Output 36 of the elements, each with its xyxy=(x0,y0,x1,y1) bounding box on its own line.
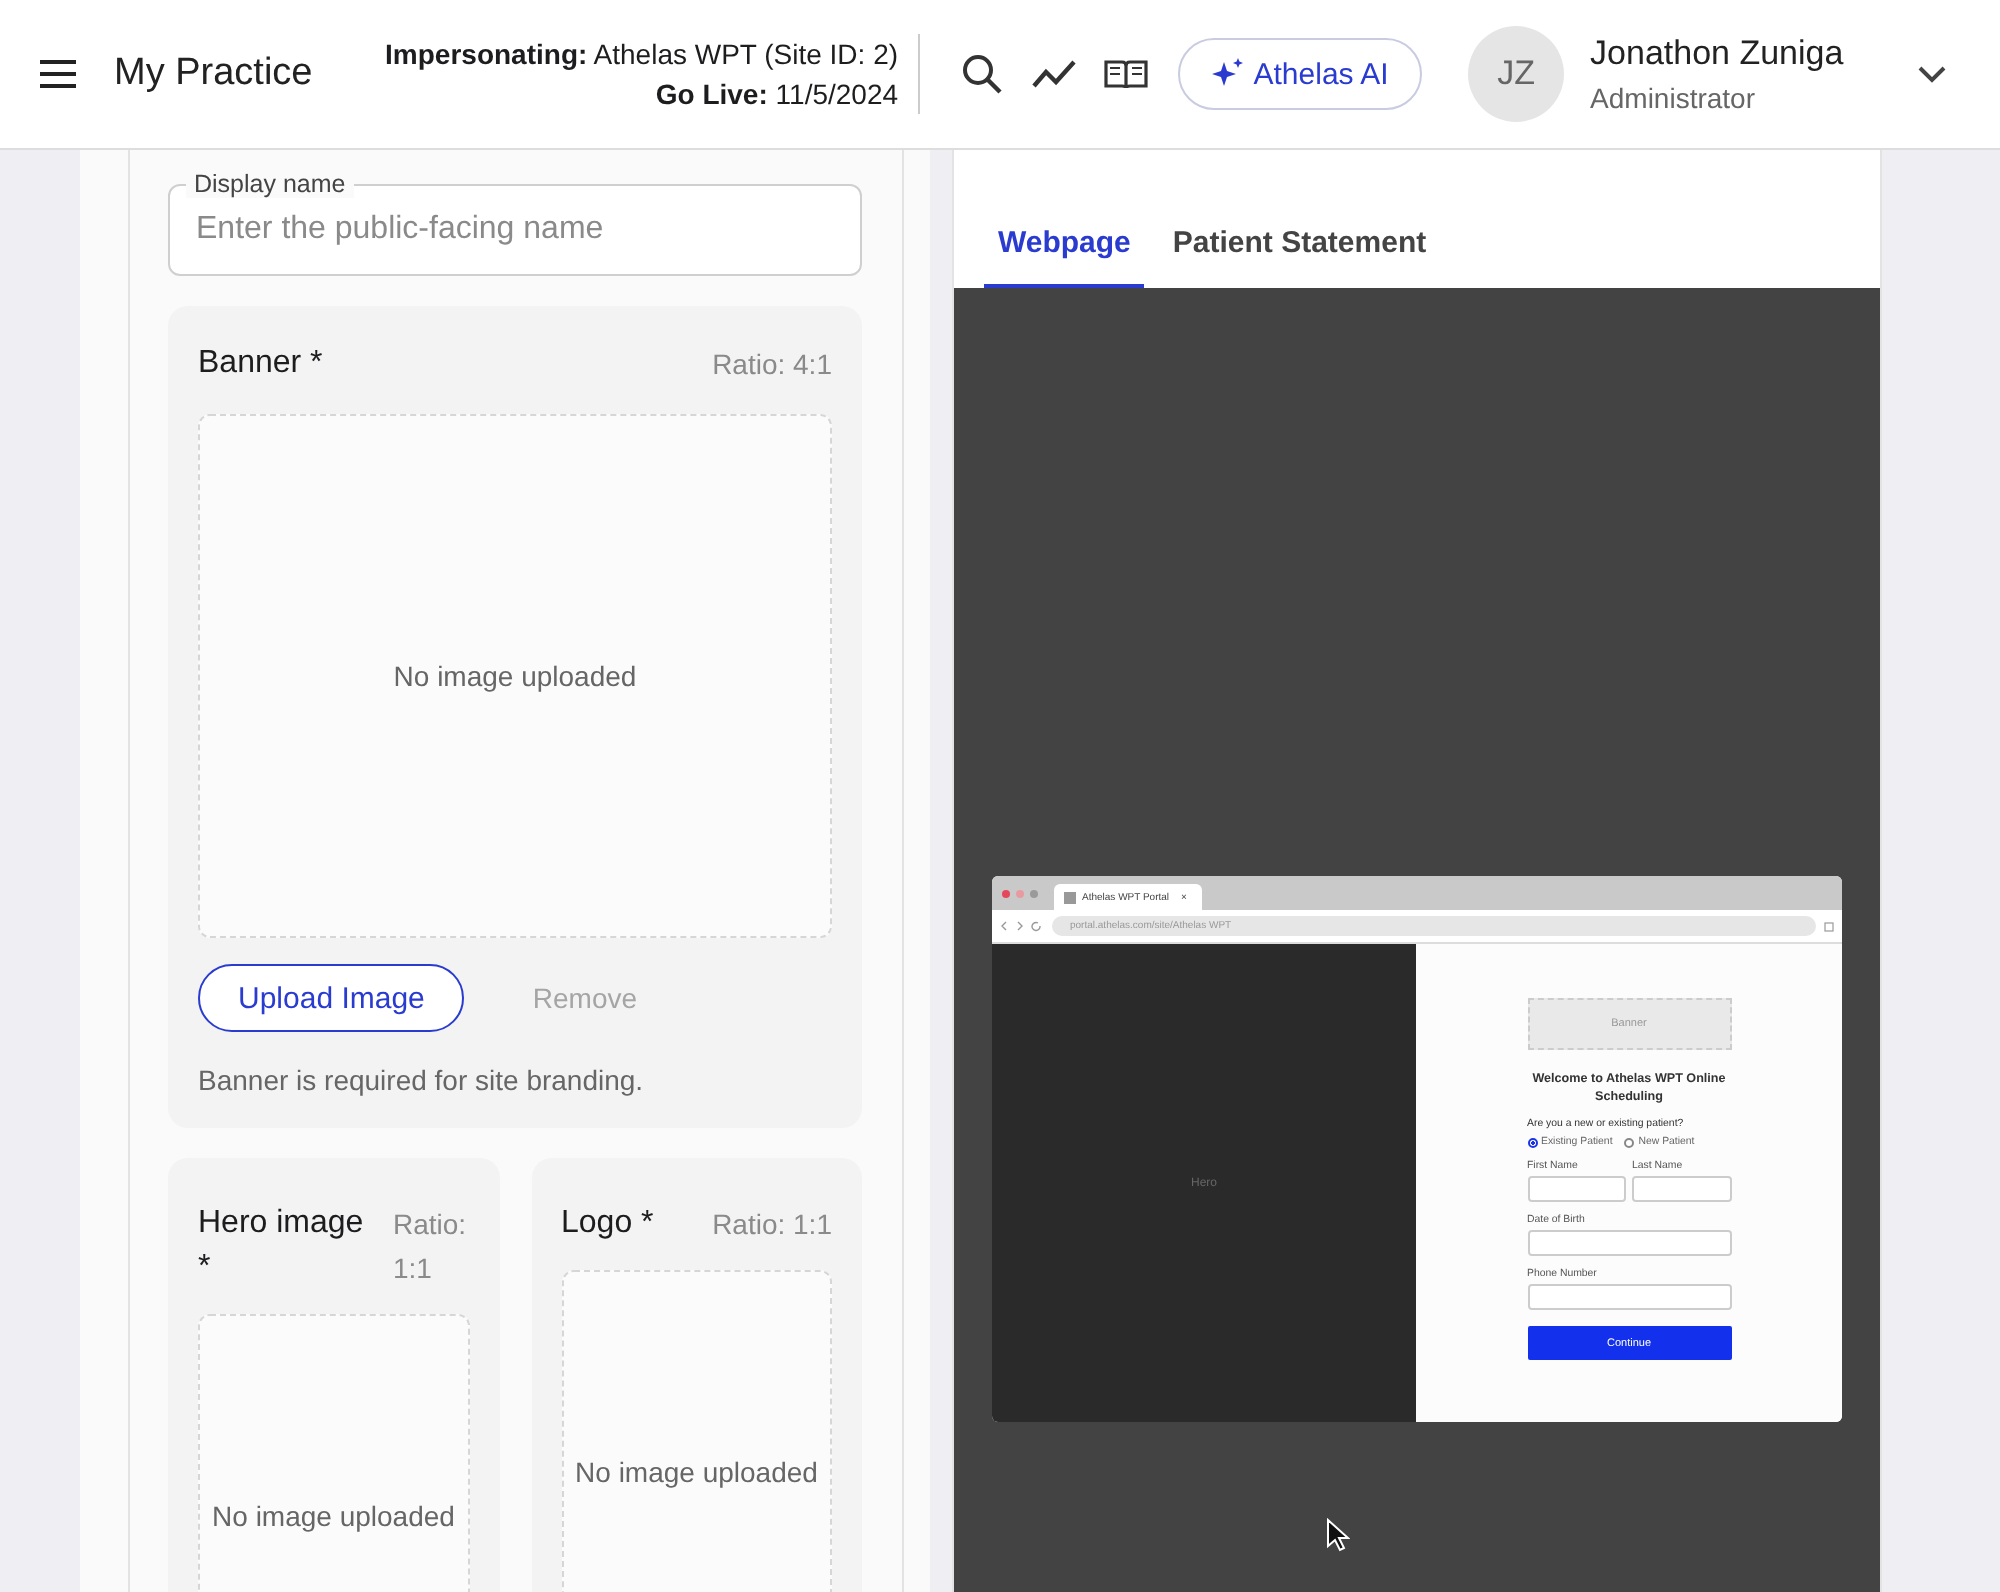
chevron-down-icon[interactable] xyxy=(1915,64,1948,84)
preview-tab[interactable]: Patient Statement xyxy=(1158,226,1441,288)
bookmark-icon xyxy=(1824,921,1834,931)
ratio-label: Ratio: 1:1 xyxy=(712,1206,832,1244)
empty-message: No image uploaded xyxy=(575,1456,818,1488)
app-title: My Practice xyxy=(114,52,313,96)
card-title: Logo * xyxy=(561,1204,654,1244)
upload-button[interactable]: Upload Image xyxy=(198,964,465,1032)
helper-text: Banner is required for site branding. xyxy=(198,1064,646,1096)
input-field[interactable] xyxy=(1527,1284,1731,1310)
input-field[interactable] xyxy=(1527,1176,1626,1202)
sparkle-icon xyxy=(1211,58,1244,90)
navigation-icon xyxy=(1000,920,1044,932)
empty-message: No image uploaded xyxy=(393,660,637,692)
card-title: Banner * xyxy=(198,344,323,384)
favicon-icon xyxy=(1064,891,1076,903)
image-drop-zone[interactable]: No image uploaded xyxy=(198,1314,469,1592)
field-label: Display name xyxy=(186,170,354,198)
card-title: Hero image * xyxy=(198,1204,366,1288)
image-drop-zone[interactable]: No image uploaded xyxy=(561,1270,832,1592)
input-field[interactable] xyxy=(1527,1230,1731,1256)
menu-icon[interactable] xyxy=(38,58,78,90)
impersonation-text: Impersonating: Athelas WPT (Site ID: 2) xyxy=(385,36,899,74)
user-role: Administrator xyxy=(1590,82,1757,114)
go-live-text: Go Live: 11/5/2024 xyxy=(653,76,899,114)
ratio-label: Ratio: 1:1 xyxy=(393,1206,469,1288)
ratio-label: Ratio: 4:1 xyxy=(712,346,832,384)
input-field[interactable] xyxy=(1632,1176,1731,1202)
empty-message: No image uploaded xyxy=(212,1500,455,1532)
window-controls-icon xyxy=(1002,889,1038,897)
mouse-pointer-icon xyxy=(1326,1518,1350,1552)
user-avatar: JZ xyxy=(1468,26,1565,122)
user-name: Jonathon Zuniga xyxy=(1590,34,1844,74)
ai-button[interactable]: Athelas AI xyxy=(1178,38,1423,110)
image-drop-zone[interactable]: No image uploaded xyxy=(198,414,832,938)
search-icon[interactable] xyxy=(960,52,1005,96)
